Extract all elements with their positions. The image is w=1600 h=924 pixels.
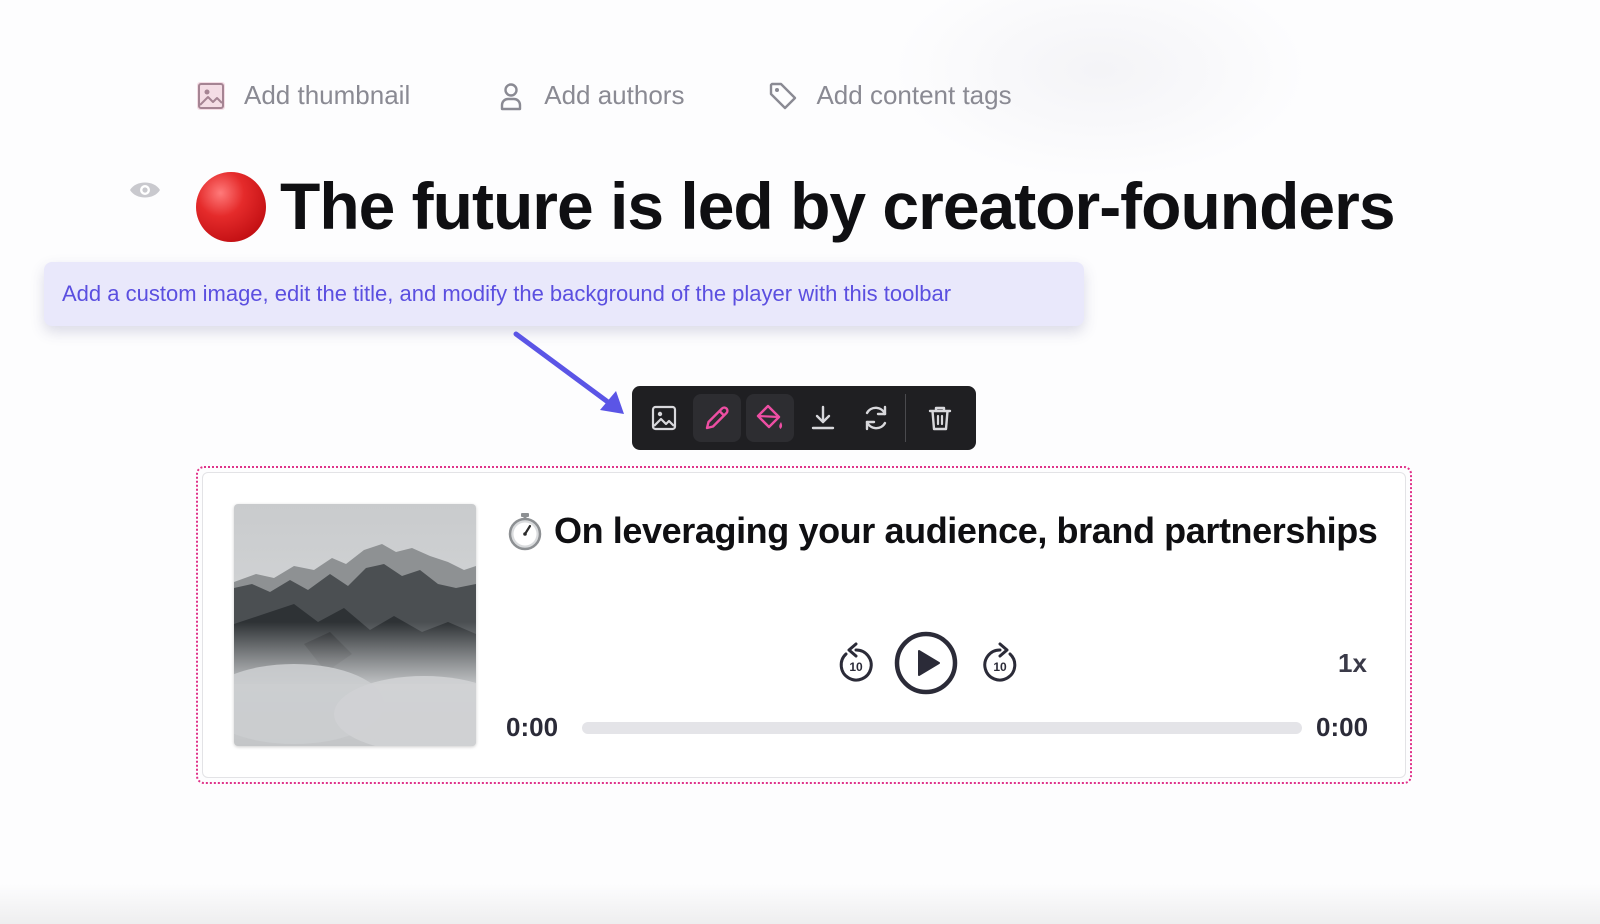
- play-icon: [894, 631, 958, 695]
- pointer-arrow-icon: [513, 331, 624, 414]
- rewind-10-label: 10: [849, 660, 863, 674]
- page: Add thumbnail Add authors Add content ta…: [0, 0, 1600, 924]
- meta-actions-row: Add thumbnail Add authors Add content ta…: [196, 80, 1012, 111]
- add-authors-button[interactable]: Add authors: [496, 80, 684, 111]
- bottom-fade: [0, 884, 1600, 924]
- add-authors-label: Add authors: [544, 80, 685, 110]
- current-time: 0:00: [506, 712, 559, 742]
- track-title[interactable]: On leveraging your audience, brand partn…: [554, 510, 1377, 552]
- cover-image[interactable]: [234, 504, 476, 746]
- red-circle-emoji: [196, 172, 266, 242]
- edit-title-button[interactable]: [693, 394, 741, 442]
- change-image-button[interactable]: [640, 394, 688, 442]
- playback-speed-button[interactable]: 1x: [1338, 648, 1367, 679]
- download-button[interactable]: [799, 394, 847, 442]
- user-icon: [496, 81, 526, 111]
- image-icon: [196, 81, 226, 111]
- page-title[interactable]: The future is led by creator-founders: [280, 168, 1396, 244]
- mountain-image: [234, 504, 476, 746]
- add-thumbnail-label: Add thumbnail: [244, 80, 411, 110]
- rewind-10-icon: 10: [839, 642, 873, 682]
- replace-button[interactable]: [852, 394, 900, 442]
- forward-10-button[interactable]: 10: [978, 642, 1022, 686]
- rewind-10-button[interactable]: 10: [834, 642, 878, 686]
- total-time: 0:00: [1316, 712, 1369, 742]
- tooltip-text: Add a custom image, edit the title, and …: [62, 281, 952, 306]
- play-button[interactable]: [893, 630, 959, 696]
- refresh-icon: [865, 405, 887, 431]
- forward-10-label: 10: [993, 660, 1007, 674]
- progress-bar[interactable]: [582, 722, 1302, 734]
- background-color-button[interactable]: [746, 394, 794, 442]
- add-thumbnail-button[interactable]: Add thumbnail: [196, 80, 410, 111]
- delete-button[interactable]: [916, 394, 964, 442]
- toolbar-divider: [905, 394, 906, 442]
- forward-10-icon: 10: [983, 642, 1017, 682]
- pencil-icon: [705, 406, 729, 430]
- eye-icon[interactable]: [128, 178, 162, 202]
- toolbar-tooltip: Add a custom image, edit the title, and …: [44, 262, 1084, 326]
- tag-icon: [768, 81, 798, 111]
- add-content-tags-button[interactable]: Add content tags: [768, 80, 1012, 111]
- trash-icon: [928, 406, 952, 431]
- download-icon: [811, 405, 835, 430]
- track-title-row: On leveraging your audience, brand partn…: [506, 510, 1386, 552]
- image-icon: [651, 405, 677, 431]
- block-toolbar: [632, 386, 976, 450]
- stopwatch-icon: [508, 513, 542, 551]
- paint-bucket-icon: [756, 404, 783, 429]
- add-content-tags-label: Add content tags: [816, 80, 1012, 110]
